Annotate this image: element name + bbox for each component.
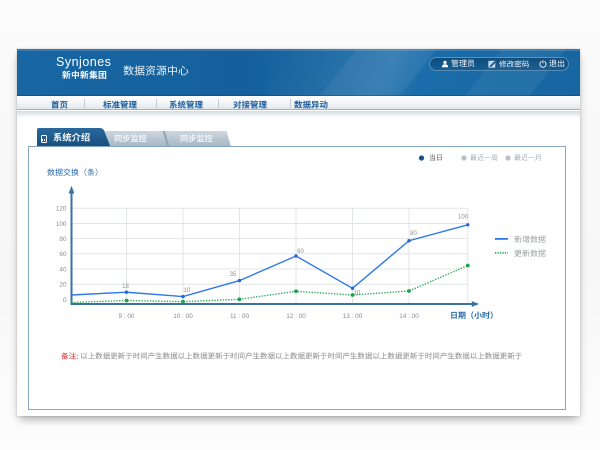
svg-text:40: 40 xyxy=(59,266,67,273)
svg-text:80: 80 xyxy=(59,236,67,243)
svg-text:12 : 00: 12 : 00 xyxy=(286,313,306,320)
svg-text:100: 100 xyxy=(458,215,469,221)
svg-text:18: 18 xyxy=(122,284,129,290)
svg-text:10: 10 xyxy=(354,291,361,297)
svg-text:35: 35 xyxy=(230,272,237,278)
svg-text:20: 20 xyxy=(59,282,67,289)
svg-text:100: 100 xyxy=(56,221,67,228)
svg-text:60: 60 xyxy=(297,249,304,255)
svg-text:120: 120 xyxy=(56,206,67,213)
svg-text:9 : 00: 9 : 00 xyxy=(119,313,135,320)
svg-text:10: 10 xyxy=(184,288,191,294)
svg-text:14 : 00: 14 : 00 xyxy=(399,313,419,320)
svg-text:60: 60 xyxy=(59,251,67,258)
svg-text:13 : 00: 13 : 00 xyxy=(343,313,363,320)
svg-text:80: 80 xyxy=(410,231,417,237)
svg-text:11 : 00: 11 : 00 xyxy=(230,313,250,320)
svg-text:0: 0 xyxy=(63,297,67,304)
svg-text:10 : 00: 10 : 00 xyxy=(173,313,193,320)
